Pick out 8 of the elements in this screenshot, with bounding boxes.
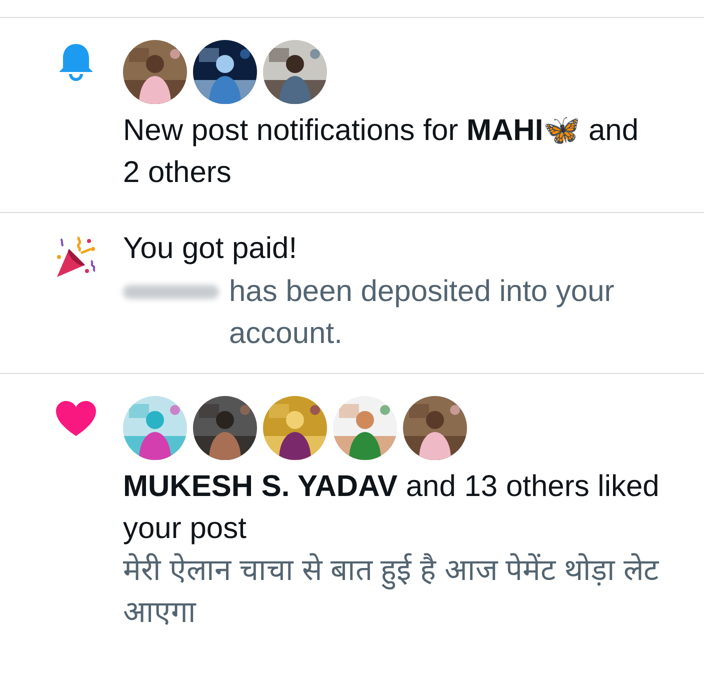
party-popper-icon <box>57 236 96 277</box>
post-text: मेरी ऐलान चाचा से बात हुई है आज पेमेंट थोड़ा लेट आएगा <box>123 552 660 631</box>
notification-text: New post notifications for MAHI🦋 and 2 others <box>123 114 639 189</box>
notification-title: You got paid! <box>123 231 298 267</box>
bell-icon <box>59 44 93 81</box>
heart-icon <box>56 401 96 436</box>
notification-text: MUKESH S. YADAV and 13 others liked your post <box>123 470 660 545</box>
notification-text: has been deposited into your account. <box>229 274 616 352</box>
